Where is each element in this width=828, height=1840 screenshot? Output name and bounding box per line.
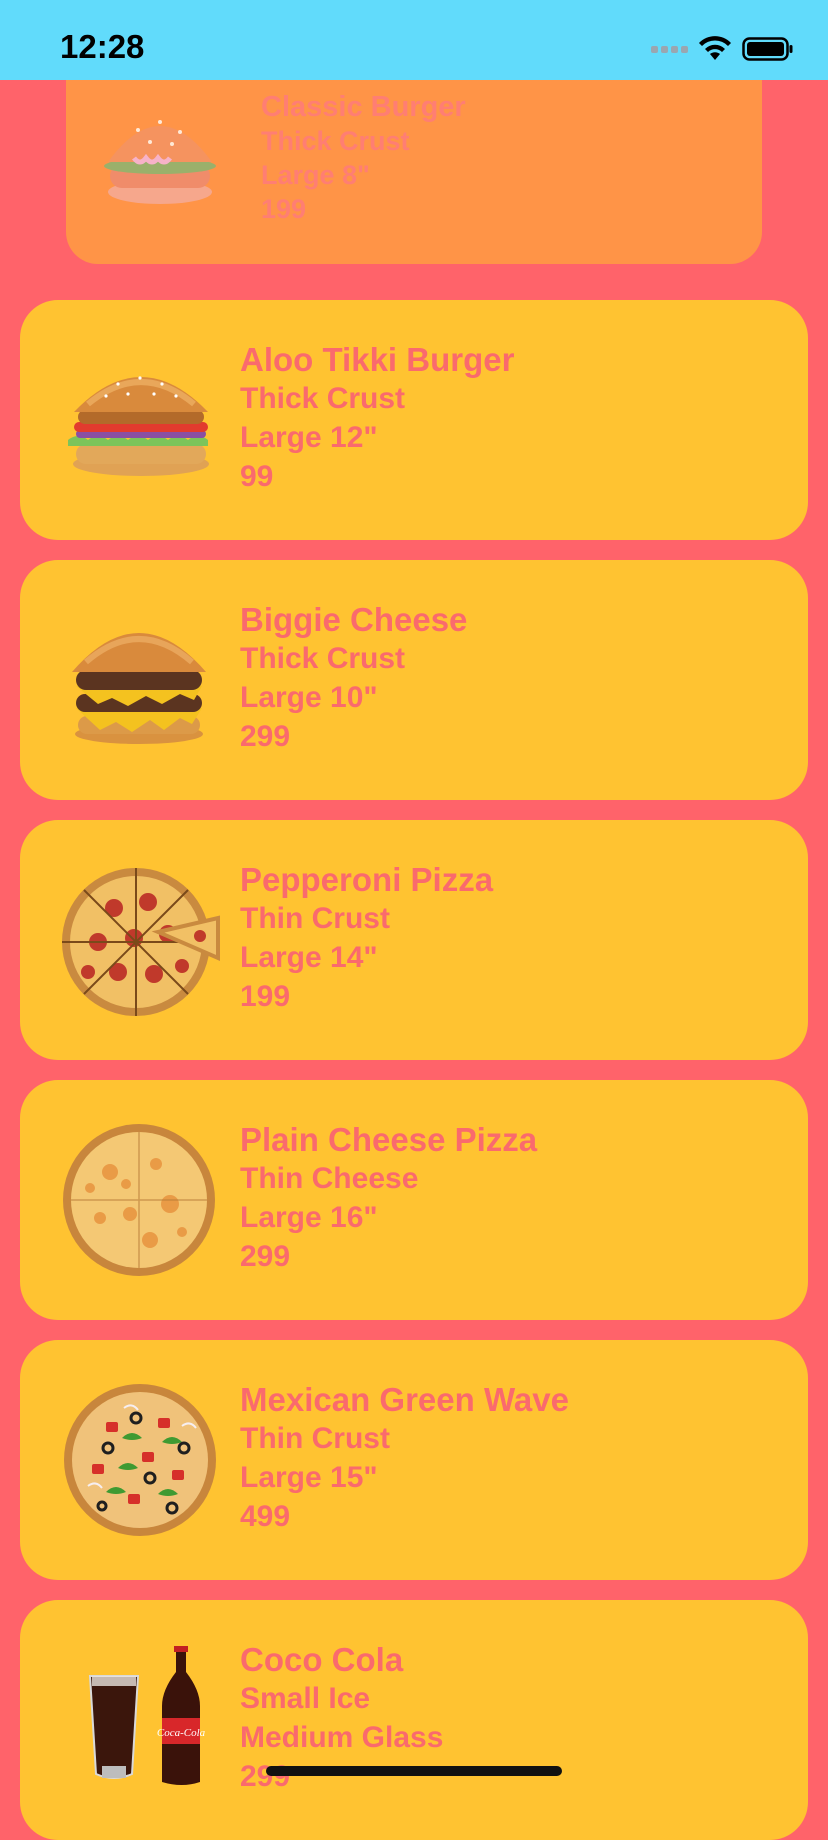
item-price: 199: [240, 980, 291, 1013]
item-crust: Thick Crust: [240, 382, 406, 415]
menu-list[interactable]: Classic Burger Thick Crust Large 8" 199 …: [0, 0, 828, 1840]
cellular-signal-icon: [651, 45, 688, 53]
svg-text:Coca-Cola: Coca-Cola: [157, 1727, 206, 1739]
wifi-icon: [698, 36, 732, 62]
pepperoni-pizza-image: [58, 862, 222, 1023]
status-time: 12:28: [60, 28, 145, 65]
item-size: Large 14": [240, 941, 378, 974]
item-name: Aloo Tikki Burger: [240, 341, 515, 378]
item-name: Pepperoni Pizza: [240, 861, 494, 898]
item-crust: Thick Crust: [240, 642, 406, 675]
item-crust: Small Ice: [240, 1682, 371, 1715]
menu-item-coco-cola[interactable]: Coca-Cola Coco Cola Small Ice Medium Gla…: [20, 1600, 808, 1840]
burger-image: [94, 100, 226, 217]
item-price: 199: [261, 194, 307, 224]
status-icons: [651, 36, 794, 62]
menu-item-pepperoni-pizza[interactable]: Pepperoni Pizza Thin Crust Large 14" 199: [20, 820, 808, 1060]
item-price: 299: [240, 720, 291, 753]
veggie-pizza-image: [62, 1382, 218, 1543]
item-price: 299: [240, 1760, 291, 1793]
double-cheeseburger-image: [58, 612, 220, 753]
menu-item-info: Mexican Green Wave Thin Crust Large 15" …: [240, 1380, 569, 1536]
item-crust: Thin Crust: [240, 1422, 390, 1455]
item-size: Large 16": [240, 1201, 378, 1234]
menu-item-info: Aloo Tikki Burger Thick Crust Large 12" …: [240, 340, 514, 496]
item-size: Large 15": [240, 1461, 378, 1494]
menu-item-info: Classic Burger Thick Crust Large 8" 199: [261, 90, 466, 226]
item-price: 299: [240, 1240, 291, 1273]
item-crust: Thick Crust: [261, 126, 410, 156]
item-crust: Thin Crust: [240, 902, 390, 935]
item-name: Biggie Cheese: [240, 601, 468, 638]
menu-item-biggie-cheese[interactable]: Biggie Cheese Thick Crust Large 10" 299: [20, 560, 808, 800]
cheese-pizza-image: [60, 1122, 218, 1283]
menu-item-info: Biggie Cheese Thick Crust Large 10" 299: [240, 600, 467, 756]
menu-item-plain-cheese-pizza[interactable]: Plain Cheese Pizza Thin Cheese Large 16"…: [20, 1080, 808, 1320]
item-name: Mexican Green Wave: [240, 1381, 569, 1418]
status-bar: 12:28: [0, 0, 828, 80]
menu-item-aloo-tikki-burger[interactable]: Aloo Tikki Burger Thick Crust Large 12" …: [20, 300, 808, 540]
home-indicator[interactable]: [266, 1766, 562, 1776]
item-size: Medium Glass: [240, 1721, 444, 1754]
item-size: Large 10": [240, 681, 378, 714]
item-price: 499: [240, 1500, 291, 1533]
item-name: Plain Cheese Pizza: [240, 1121, 538, 1158]
menu-item-info: Plain Cheese Pizza Thin Cheese Large 16"…: [240, 1120, 537, 1276]
item-size: Large 8": [261, 160, 370, 190]
item-size: Large 12": [240, 421, 378, 454]
menu-item-classic-burger[interactable]: Classic Burger Thick Crust Large 8" 199: [66, 70, 762, 264]
cola-bottle-glass-image: Coca-Cola: [88, 1646, 214, 1791]
item-name: Classic Burger: [261, 91, 466, 123]
item-crust: Thin Cheese: [240, 1162, 419, 1195]
item-price: 99: [240, 460, 274, 493]
battery-icon: [742, 36, 794, 62]
menu-item-mexican-green-wave[interactable]: Mexican Green Wave Thin Crust Large 15" …: [20, 1340, 808, 1580]
menu-item-info: Pepperoni Pizza Thin Crust Large 14" 199: [240, 860, 493, 1016]
item-name: Coco Cola: [240, 1641, 404, 1678]
burger-image: [58, 360, 224, 485]
